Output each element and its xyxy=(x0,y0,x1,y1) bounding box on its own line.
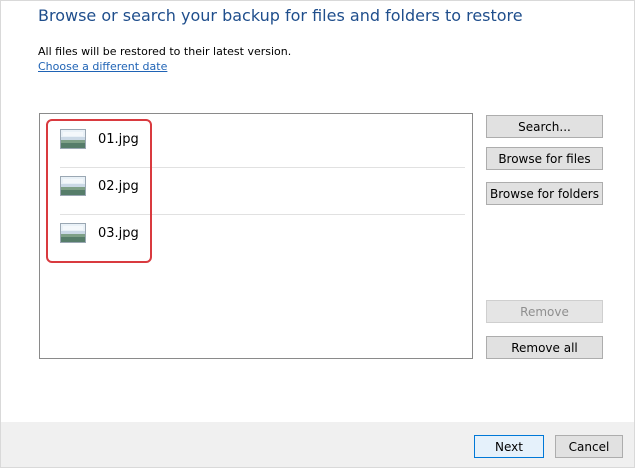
image-file-icon xyxy=(60,129,86,149)
browse-folders-button[interactable]: Browse for folders xyxy=(486,182,603,205)
list-item[interactable]: 03.jpg xyxy=(60,213,465,253)
cancel-button[interactable]: Cancel xyxy=(555,435,623,458)
search-button[interactable]: Search... xyxy=(486,115,603,138)
list-item[interactable]: 01.jpg xyxy=(60,119,465,159)
image-file-icon xyxy=(60,223,86,243)
remove-all-button[interactable]: Remove all xyxy=(486,336,603,359)
page-title: Browse or search your backup for files a… xyxy=(38,6,523,25)
choose-date-link[interactable]: Choose a different date xyxy=(38,60,167,73)
file-name: 02.jpg xyxy=(98,178,139,194)
restore-info-text: All files will be restored to their late… xyxy=(38,45,292,58)
remove-button[interactable]: Remove xyxy=(486,300,603,323)
file-name: 01.jpg xyxy=(98,131,139,147)
file-name: 03.jpg xyxy=(98,225,139,241)
file-list[interactable]: 01.jpg 02.jpg 03.jpg xyxy=(39,113,473,359)
next-button[interactable]: Next xyxy=(474,435,544,458)
browse-files-button[interactable]: Browse for files xyxy=(486,147,603,170)
image-file-icon xyxy=(60,176,86,196)
list-item[interactable]: 02.jpg xyxy=(60,166,465,206)
